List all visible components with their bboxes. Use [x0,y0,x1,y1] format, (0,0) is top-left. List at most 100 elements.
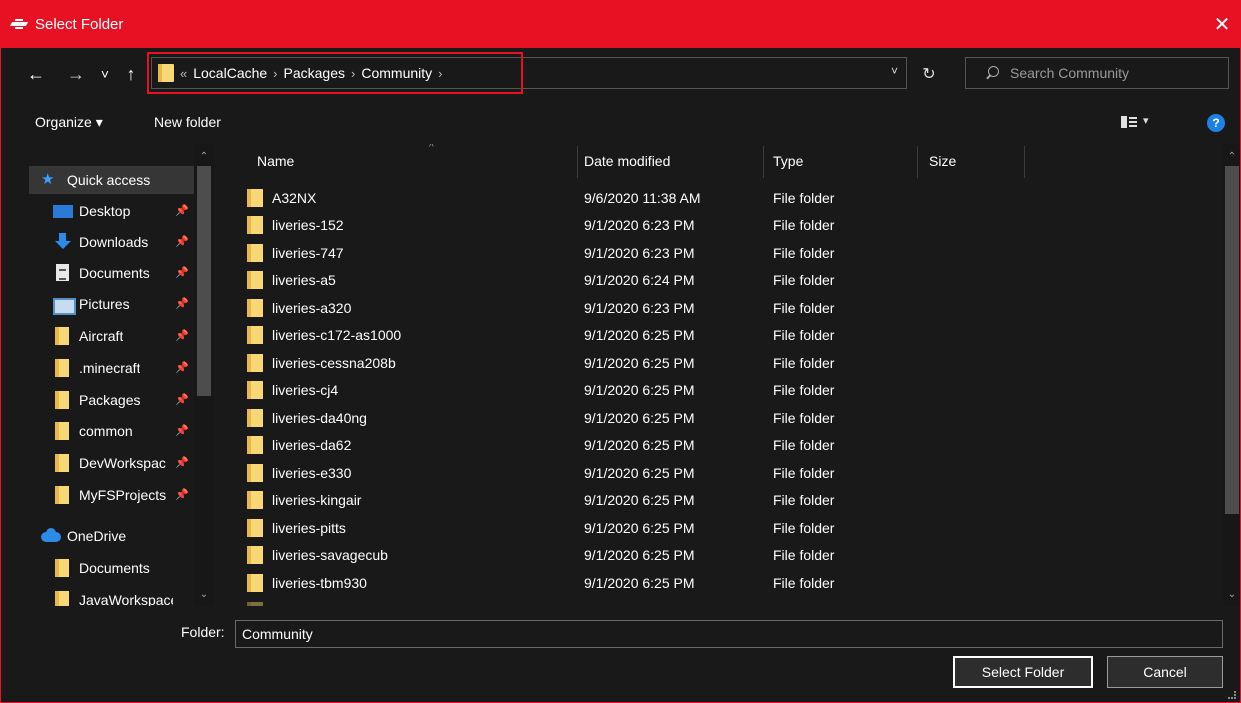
desktop-icon [53,202,73,220]
folder-icon [247,519,263,537]
list-item[interactable]: liveries-cj4 9/1/2020 6:25 PM File folde… [227,377,1223,404]
folder-icon [247,271,263,289]
column-header-type[interactable]: Type [773,144,803,178]
folder-icon [53,391,73,409]
folder-icon [247,354,263,372]
address-bar[interactable]: « LocalCache › Packages › Community › ˅ [151,57,907,89]
resize-grip-icon[interactable] [1228,691,1236,699]
scroll-down-icon[interactable]: ⌄ [194,586,214,602]
folder-icon [247,574,263,592]
close-button[interactable]: ✕ [1210,12,1234,36]
sidebar-item-common[interactable]: common 📌 [29,417,199,445]
view-options-button[interactable]: ▾ [1121,114,1165,132]
sidebar-item-onedrive[interactable]: OneDrive [29,522,199,550]
pin-icon: 📌 [175,394,189,406]
cancel-button[interactable]: Cancel [1107,656,1223,688]
list-item[interactable]: liveries-cessna208b 9/1/2020 6:25 PM Fil… [227,350,1223,377]
folder-icon [247,381,263,399]
sidebar-item-devworkspace[interactable]: DevWorkspac 📌 [29,449,199,477]
pin-icon: 📌 [175,489,189,501]
command-toolbar: Organize ▾ New folder ▾ ? [1,100,1240,144]
sidebar-scrollbar[interactable]: ⌃ ⌄ [194,144,214,606]
column-header-name[interactable]: Name [257,144,294,178]
folder-icon [247,216,263,234]
folder-icon [247,491,263,509]
folder-icon [247,299,263,317]
folder-icon [247,244,263,262]
list-item[interactable]: A32NX 9/6/2020 11:38 AM File folder [227,185,1223,212]
view-dropdown-icon: ▾ [1143,115,1149,127]
file-list-scrollbar[interactable]: ⌃ ⌄ [1223,144,1240,606]
folder-name-input[interactable] [235,620,1223,648]
breadcrumb-separator-icon[interactable]: › [351,66,355,81]
list-item[interactable]: liveries-a320 9/1/2020 6:23 PM File fold… [227,295,1223,322]
list-item[interactable]: liveries-c172-as1000 9/1/2020 6:25 PM Fi… [227,322,1223,349]
sidebar-item-pictures[interactable]: Pictures 📌 [29,290,199,318]
sidebar-item-minecraft[interactable]: .minecraft 📌 [29,354,199,382]
sidebar-item-quick-access[interactable]: ★ Quick access [29,166,199,194]
scroll-up-icon[interactable]: ⌃ [194,148,214,164]
list-item[interactable]: liveries-kingair 9/1/2020 6:25 PM File f… [227,487,1223,514]
list-item[interactable]: liveries-savagecub 9/1/2020 6:25 PM File… [227,542,1223,569]
pin-icon: 📌 [175,298,189,310]
file-list-scroll-thumb[interactable] [1225,166,1239,514]
folder-icon [53,454,73,472]
sort-ascending-icon: ^ [429,144,434,153]
folder-icon [247,409,263,427]
list-item[interactable]: liveries-a5 9/1/2020 6:24 PM File folder [227,267,1223,294]
download-icon [53,233,73,251]
sidebar-item-desktop[interactable]: Desktop 📌 [29,197,199,225]
search-box[interactable] [965,57,1229,89]
list-item[interactable]: liveries-747 9/1/2020 6:23 PM File folde… [227,240,1223,267]
folder-icon [247,546,263,564]
help-icon[interactable]: ? [1207,114,1225,132]
forward-arrow-icon[interactable]: → [65,61,87,87]
pin-icon: 📌 [175,267,189,279]
sidebar-item-packages[interactable]: Packages 📌 [29,386,199,414]
address-dropdown-icon[interactable]: ˅ [891,64,898,78]
refresh-icon[interactable]: ↻ [913,61,945,87]
sidebar-item-documents[interactable]: Documents 📌 [29,259,199,287]
up-arrow-icon[interactable]: ↑ [121,61,141,87]
scroll-down-icon[interactable]: ⌄ [1223,586,1240,602]
back-arrow-icon[interactable]: ← [25,61,47,87]
sidebar-scroll-thumb[interactable] [197,166,211,396]
onedrive-icon [41,527,61,545]
scroll-up-icon[interactable]: ⌃ [1223,148,1240,164]
column-header-date-modified[interactable]: Date modified [584,144,670,178]
breadcrumb-localcache[interactable]: LocalCache [193,65,267,81]
sidebar-item-javaworkspace[interactable]: JavaWorkspace [29,586,199,606]
folder-icon [158,64,174,82]
list-item-partial[interactable] [227,598,1223,606]
breadcrumb-community[interactable]: Community [361,65,432,81]
list-item[interactable]: liveries-tbm930 9/1/2020 6:25 PM File fo… [227,570,1223,597]
organize-menu-button[interactable]: Organize ▾ [35,114,103,131]
pin-icon: 📌 [175,362,189,374]
new-folder-button[interactable]: New folder [154,114,221,130]
folder-icon [53,591,73,606]
navigation-bar: ← → ˅ ↑ « LocalCache › Packages › Commun… [1,48,1240,100]
sidebar-item-downloads[interactable]: Downloads 📌 [29,228,199,256]
search-input[interactable] [1010,65,1210,81]
pin-icon: 📌 [175,205,189,217]
details-view-icon [1121,116,1127,128]
list-item[interactable]: liveries-da62 9/1/2020 6:25 PM File fold… [227,432,1223,459]
sidebar-item-myfsprojects[interactable]: MyFSProjects 📌 [29,481,199,509]
folder-icon [53,327,73,345]
breadcrumb-packages[interactable]: Packages [284,65,345,81]
recent-locations-chevron-icon[interactable]: ˅ [97,61,113,87]
sidebar-item-aircraft[interactable]: Aircraft 📌 [29,322,199,350]
folder-icon [247,436,263,454]
list-item[interactable]: liveries-pitts 9/1/2020 6:25 PM File fol… [227,515,1223,542]
folder-icon [53,422,73,440]
breadcrumb-separator-icon[interactable]: › [273,66,277,81]
list-item[interactable]: liveries-152 9/1/2020 6:23 PM File folde… [227,212,1223,239]
list-item[interactable]: liveries-e330 9/1/2020 6:25 PM File fold… [227,460,1223,487]
sidebar-item-onedrive-documents[interactable]: Documents [29,554,199,582]
folder-icon [53,559,73,577]
list-item[interactable]: liveries-da40ng 9/1/2020 6:25 PM File fo… [227,405,1223,432]
overflow-chevron-icon[interactable]: « [180,66,187,81]
breadcrumb-separator-icon[interactable]: › [438,66,442,81]
select-folder-button[interactable]: Select Folder [953,656,1093,688]
column-header-size[interactable]: Size [929,144,956,178]
